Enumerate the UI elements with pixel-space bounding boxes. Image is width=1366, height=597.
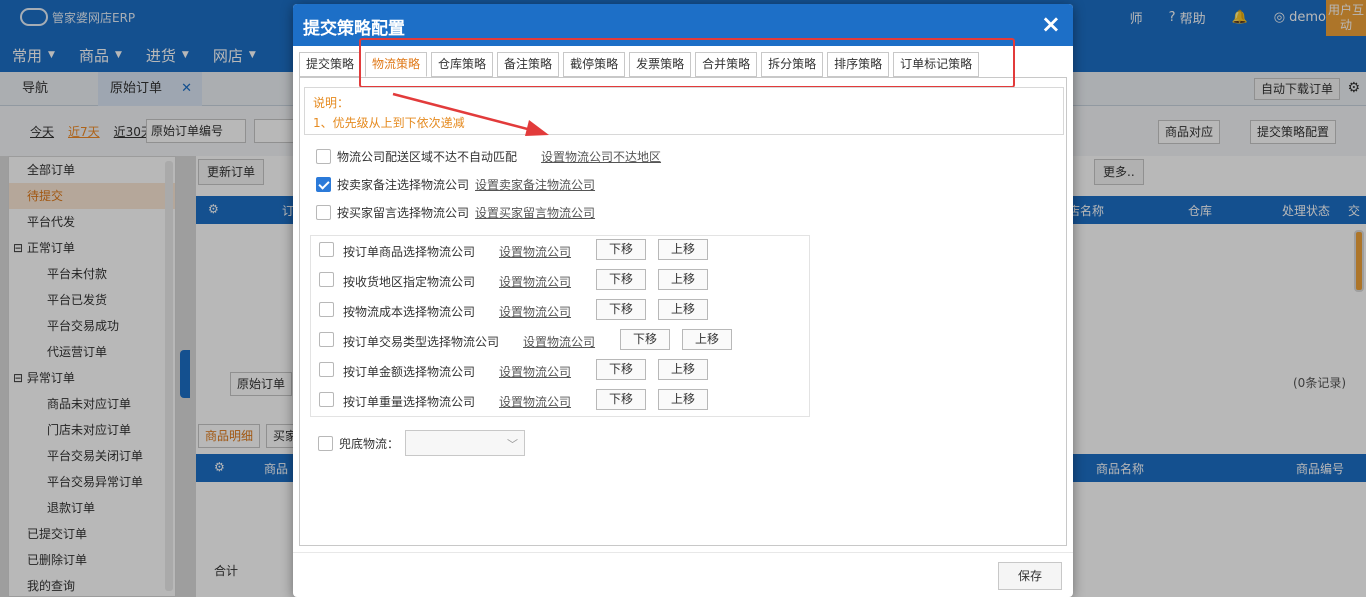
checkbox[interactable]: [319, 332, 334, 347]
option-label: 按卖家备注选择物流公司: [337, 178, 470, 192]
logistics-strategy-panel: 说明： 1、优先级从上到下依次递减 物流公司配送区域不达不自动匹配 设置物流公司…: [299, 78, 1067, 546]
set-logistics-link[interactable]: 设置物流公司: [523, 333, 595, 350]
annotation-arrow-icon: [392, 92, 549, 136]
priority-label: 按订单重量选择物流公司: [343, 395, 476, 409]
move-up-button[interactable]: 上移: [658, 299, 708, 320]
set-buyer-message-link[interactable]: 设置买家留言物流公司: [475, 204, 595, 221]
move-down-button[interactable]: 下移: [596, 299, 646, 320]
move-down-button[interactable]: 下移: [596, 239, 646, 260]
checkbox[interactable]: [319, 392, 334, 407]
checkbox[interactable]: [316, 205, 331, 220]
priority-label: 按订单金额选择物流公司: [343, 365, 476, 379]
checkbox[interactable]: [319, 302, 334, 317]
fallback-logistics-select[interactable]: ﹀: [405, 430, 526, 456]
set-logistics-link[interactable]: 设置物流公司: [499, 303, 571, 320]
fallback-label: 兜底物流：: [339, 436, 400, 451]
chevron-down-icon: ﹀: [507, 438, 519, 451]
set-seller-remark-link[interactable]: 设置卖家备注物流公司: [475, 176, 595, 193]
tab-submit-strategy[interactable]: 提交策略: [299, 52, 362, 77]
fallback-logistics: 兜底物流： ﹀: [318, 430, 526, 456]
checkbox[interactable]: [318, 435, 333, 451]
close-icon[interactable]: ×: [1041, 10, 1061, 38]
set-logistics-link[interactable]: 设置物流公司: [499, 363, 571, 380]
set-unreachable-area-link[interactable]: 设置物流公司不达地区: [541, 148, 661, 165]
move-down-button[interactable]: 下移: [596, 269, 646, 290]
move-up-button[interactable]: 上移: [658, 359, 708, 380]
priority-label: 按物流成本选择物流公司: [343, 305, 476, 319]
move-down-button[interactable]: 下移: [596, 359, 646, 380]
priority-row: 按订单金额选择物流公司 设置物流公司 下移 上移: [311, 356, 811, 386]
save-button[interactable]: 保存: [998, 562, 1062, 590]
set-logistics-link[interactable]: 设置物流公司: [499, 243, 571, 260]
priority-label: 按订单交易类型选择物流公司: [343, 335, 500, 349]
option-unreachable-area: 物流公司配送区域不达不自动匹配 设置物流公司不达地区: [316, 148, 661, 165]
option-label: 按买家留言选择物流公司: [337, 206, 470, 220]
checkbox[interactable]: [319, 362, 334, 377]
priority-list: 按订单商品选择物流公司 设置物流公司 下移 上移 按收货地区指定物流公司 设置物…: [310, 235, 810, 417]
dialog-title: 提交策略配置: [303, 19, 405, 39]
move-up-button[interactable]: 上移: [658, 239, 708, 260]
option-label: 物流公司配送区域不达不自动匹配: [337, 150, 518, 164]
checkbox-checked[interactable]: [316, 177, 331, 192]
move-up-button[interactable]: 上移: [682, 329, 732, 350]
option-seller-remark: 按卖家备注选择物流公司 设置卖家备注物流公司: [316, 176, 595, 193]
option-buyer-message: 按买家留言选择物流公司 设置买家留言物流公司: [316, 204, 595, 221]
set-logistics-link[interactable]: 设置物流公司: [499, 393, 571, 410]
priority-label: 按收货地区指定物流公司: [343, 275, 476, 289]
set-logistics-link[interactable]: 设置物流公司: [499, 273, 571, 290]
priority-row: 按订单商品选择物流公司 设置物流公司 下移 上移: [311, 236, 811, 266]
move-down-button[interactable]: 下移: [620, 329, 670, 350]
move-up-button[interactable]: 上移: [658, 269, 708, 290]
priority-row: 按收货地区指定物流公司 设置物流公司 下移 上移: [311, 266, 811, 296]
checkbox[interactable]: [319, 272, 334, 287]
priority-row: 按物流成本选择物流公司 设置物流公司 下移 上移: [311, 296, 811, 326]
checkbox[interactable]: [316, 149, 331, 164]
submit-strategy-dialog: 提交策略配置 × 提交策略 物流策略 仓库策略 备注策略 截停策略 发票策略 合…: [293, 4, 1073, 597]
priority-label: 按订单商品选择物流公司: [343, 245, 476, 259]
checkbox[interactable]: [319, 242, 334, 257]
footer-divider: [293, 552, 1073, 553]
priority-row: 按订单重量选择物流公司 设置物流公司 下移 上移: [311, 386, 811, 416]
move-up-button[interactable]: 上移: [658, 389, 708, 410]
priority-row: 按订单交易类型选择物流公司 设置物流公司 下移 上移: [311, 326, 811, 356]
move-down-button[interactable]: 下移: [596, 389, 646, 410]
